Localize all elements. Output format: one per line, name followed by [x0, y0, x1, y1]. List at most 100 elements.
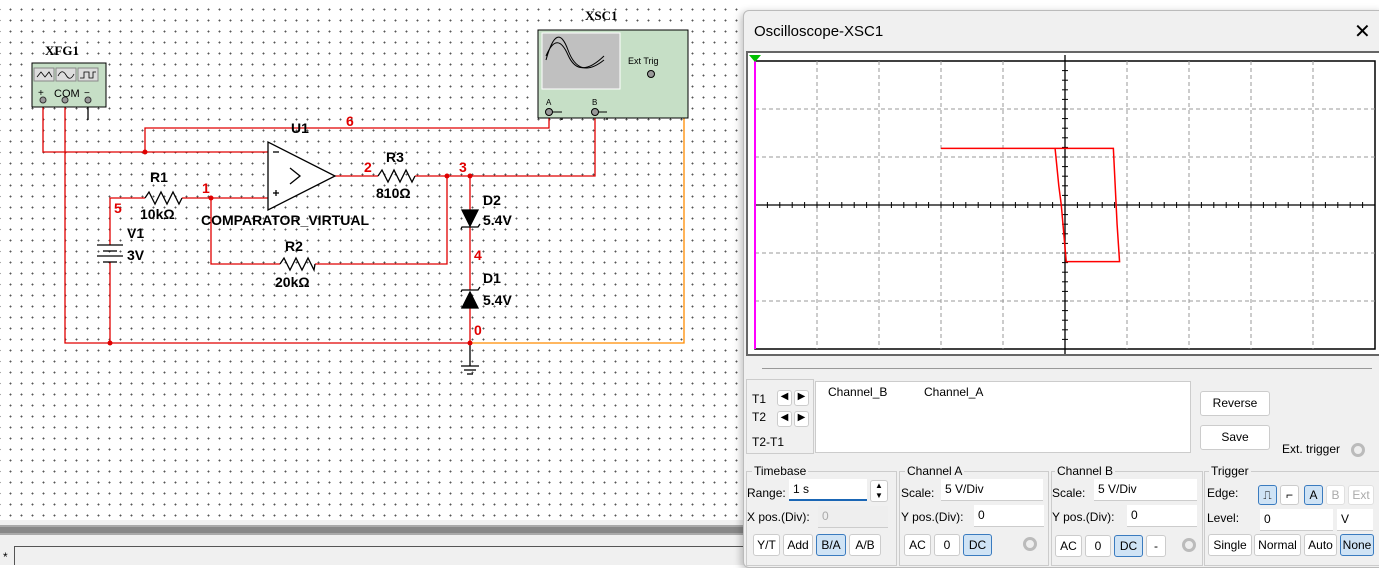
v1-value: 3V [127, 247, 145, 263]
channel-a-dc-button[interactable]: DC [963, 534, 992, 556]
oscilloscope-window: Oscilloscope-XSC1 ✕ T1 ◀ ▶ T2 ◀ ▶ T2-T1 … [743, 10, 1379, 568]
channel-b-ypos-label: Y pos.(Div): [1052, 510, 1115, 524]
timebase-title: Timebase [752, 464, 809, 478]
scope-plot [749, 55, 1376, 355]
node-0-label: 0 [474, 322, 482, 338]
command-input[interactable] [14, 546, 745, 565]
channel-a-ac-button[interactable]: AC [904, 534, 931, 556]
range-label: Range: [747, 486, 786, 500]
opamp-model-label: COMPARATOR_VIRTUAL [201, 212, 369, 228]
schematic-canvas[interactable]: + − COM Ext Trig A B XFG1 XSC1 U1 COMPARA… [0, 0, 745, 525]
screen-slider[interactable] [762, 368, 1372, 369]
t2-left-arrow-icon[interactable]: ◀ [777, 411, 792, 427]
readout-header-channel-a: Channel_A [924, 385, 984, 399]
falling-edge-icon[interactable]: ⌐ [1280, 485, 1299, 505]
readout-table: Channel_B Channel_A [815, 381, 1191, 453]
node-1-label: 1 [202, 180, 210, 196]
trigger-none-button[interactable]: None [1340, 534, 1374, 556]
node-5-label: 5 [114, 200, 122, 216]
xpos-label: X pos.(Div): [747, 510, 810, 524]
r2-label: R2 [285, 238, 303, 254]
channel-b-title: Channel B [1055, 464, 1116, 478]
t1-left-arrow-icon[interactable]: ◀ [777, 390, 792, 406]
command-bar: * [0, 538, 745, 565]
channel-a-title: Channel A [905, 464, 965, 478]
mode-ab-button[interactable]: A/B [849, 534, 881, 556]
r2-symbol [279, 256, 316, 273]
oscilloscope-xsc1[interactable]: Ext Trig A B [537, 29, 689, 119]
node-2-label: 2 [364, 159, 372, 175]
channel-a-ypos-input[interactable]: 0 [974, 505, 1044, 527]
reverse-button[interactable]: Reverse [1200, 391, 1270, 416]
channel-b-ac-button[interactable]: AC [1055, 535, 1082, 557]
level-input[interactable]: 0 [1260, 509, 1333, 531]
r3-value: 810Ω [376, 185, 411, 201]
trigger-source-a-button[interactable]: A [1304, 485, 1323, 505]
channel-a-scale-input[interactable]: 5 V/Div [941, 479, 1043, 501]
com-label: COM [54, 88, 80, 100]
function-generator-xfg1[interactable]: + − COM [31, 62, 107, 108]
cursor-panel: T1 ◀ ▶ T2 ◀ ▶ T2-T1 [746, 379, 814, 454]
channel-b-invert-button[interactable]: - [1146, 535, 1166, 557]
r1-label: R1 [150, 169, 168, 185]
channel-b-zero-button[interactable]: 0 [1085, 535, 1111, 557]
rising-edge-icon[interactable]: ⎍ [1258, 485, 1277, 505]
r1-symbol [144, 190, 183, 206]
r3-label: R3 [386, 149, 404, 165]
circuit-schematic[interactable]: + − COM Ext Trig A B XFG1 XSC1 U1 COMPARA… [0, 0, 745, 525]
d2-value: 5.4V [483, 212, 512, 228]
ext-trig-label: Ext Trig [628, 56, 659, 66]
trigger-normal-button[interactable]: Normal [1254, 534, 1301, 556]
r2-value: 20kΩ [275, 274, 310, 290]
channel-a-scale-label: Scale: [901, 486, 935, 500]
trigger-source-b-button[interactable]: B [1326, 485, 1345, 505]
trigger-source-ext-button[interactable]: Ext [1348, 485, 1374, 505]
node-3-label: 3 [459, 159, 467, 175]
channel-b-scale-label: Scale: [1052, 486, 1086, 500]
xsc1-label: XSC1 [585, 8, 618, 23]
channel-a-zero-button[interactable]: 0 [934, 534, 960, 556]
save-button[interactable]: Save [1200, 425, 1270, 450]
trigger-auto-button[interactable]: Auto [1304, 534, 1337, 556]
trigger-title: Trigger [1209, 464, 1251, 478]
channel-b-label: B [592, 98, 597, 107]
xpos-input[interactable]: 0 [818, 506, 888, 528]
t2-right-arrow-icon[interactable]: ▶ [794, 411, 809, 427]
horizontal-scrollbar[interactable] [0, 520, 745, 538]
node-6-label: 6 [346, 113, 354, 129]
u1-label: U1 [291, 120, 309, 136]
channel-b-dc-button[interactable]: DC [1114, 535, 1143, 557]
channel-b-ypos-input[interactable]: 0 [1127, 505, 1197, 527]
mode-yt-button[interactable]: Y/T [753, 534, 780, 556]
r3-symbol [377, 168, 416, 184]
t1-right-arrow-icon[interactable]: ▶ [794, 390, 809, 406]
window-title: Oscilloscope-XSC1 [754, 23, 884, 40]
d2-symbol [460, 209, 480, 228]
scope-screen[interactable] [746, 51, 1379, 356]
range-input[interactable]: 1 s [789, 479, 867, 501]
level-label: Level: [1207, 511, 1240, 525]
t2-label: T2 [752, 410, 767, 424]
trigger-single-button[interactable]: Single [1208, 534, 1252, 556]
readout-header-channel-b: Channel_B [828, 385, 888, 399]
command-prompt: * [3, 550, 8, 564]
range-spinner[interactable]: ▲ ▼ [870, 480, 888, 502]
node-4-label: 4 [474, 247, 482, 263]
channel-a-ypos-label: Y pos.(Div): [901, 510, 964, 524]
level-unit-select[interactable]: V [1337, 509, 1373, 531]
d1-label: D1 [483, 270, 501, 286]
r1-value: 10kΩ [140, 206, 175, 222]
mode-ba-button[interactable]: B/A [816, 534, 846, 556]
t2-t1-label: T2-T1 [752, 435, 785, 449]
channel-a-terminal-icon[interactable] [1023, 537, 1037, 551]
close-icon[interactable]: ✕ [1354, 19, 1371, 44]
d1-value: 5.4V [483, 292, 512, 308]
ext-trigger-terminal-icon[interactable] [1351, 443, 1365, 457]
channel-b-scale-input[interactable]: 5 V/Div [1094, 479, 1197, 501]
xfg1-label: XFG1 [45, 43, 79, 58]
ext-trigger-label: Ext. trigger [1282, 442, 1341, 456]
channel-b-terminal-icon[interactable] [1182, 538, 1196, 552]
edge-label: Edge: [1207, 486, 1239, 500]
mode-add-button[interactable]: Add [783, 534, 813, 556]
d2-label: D2 [483, 192, 501, 208]
